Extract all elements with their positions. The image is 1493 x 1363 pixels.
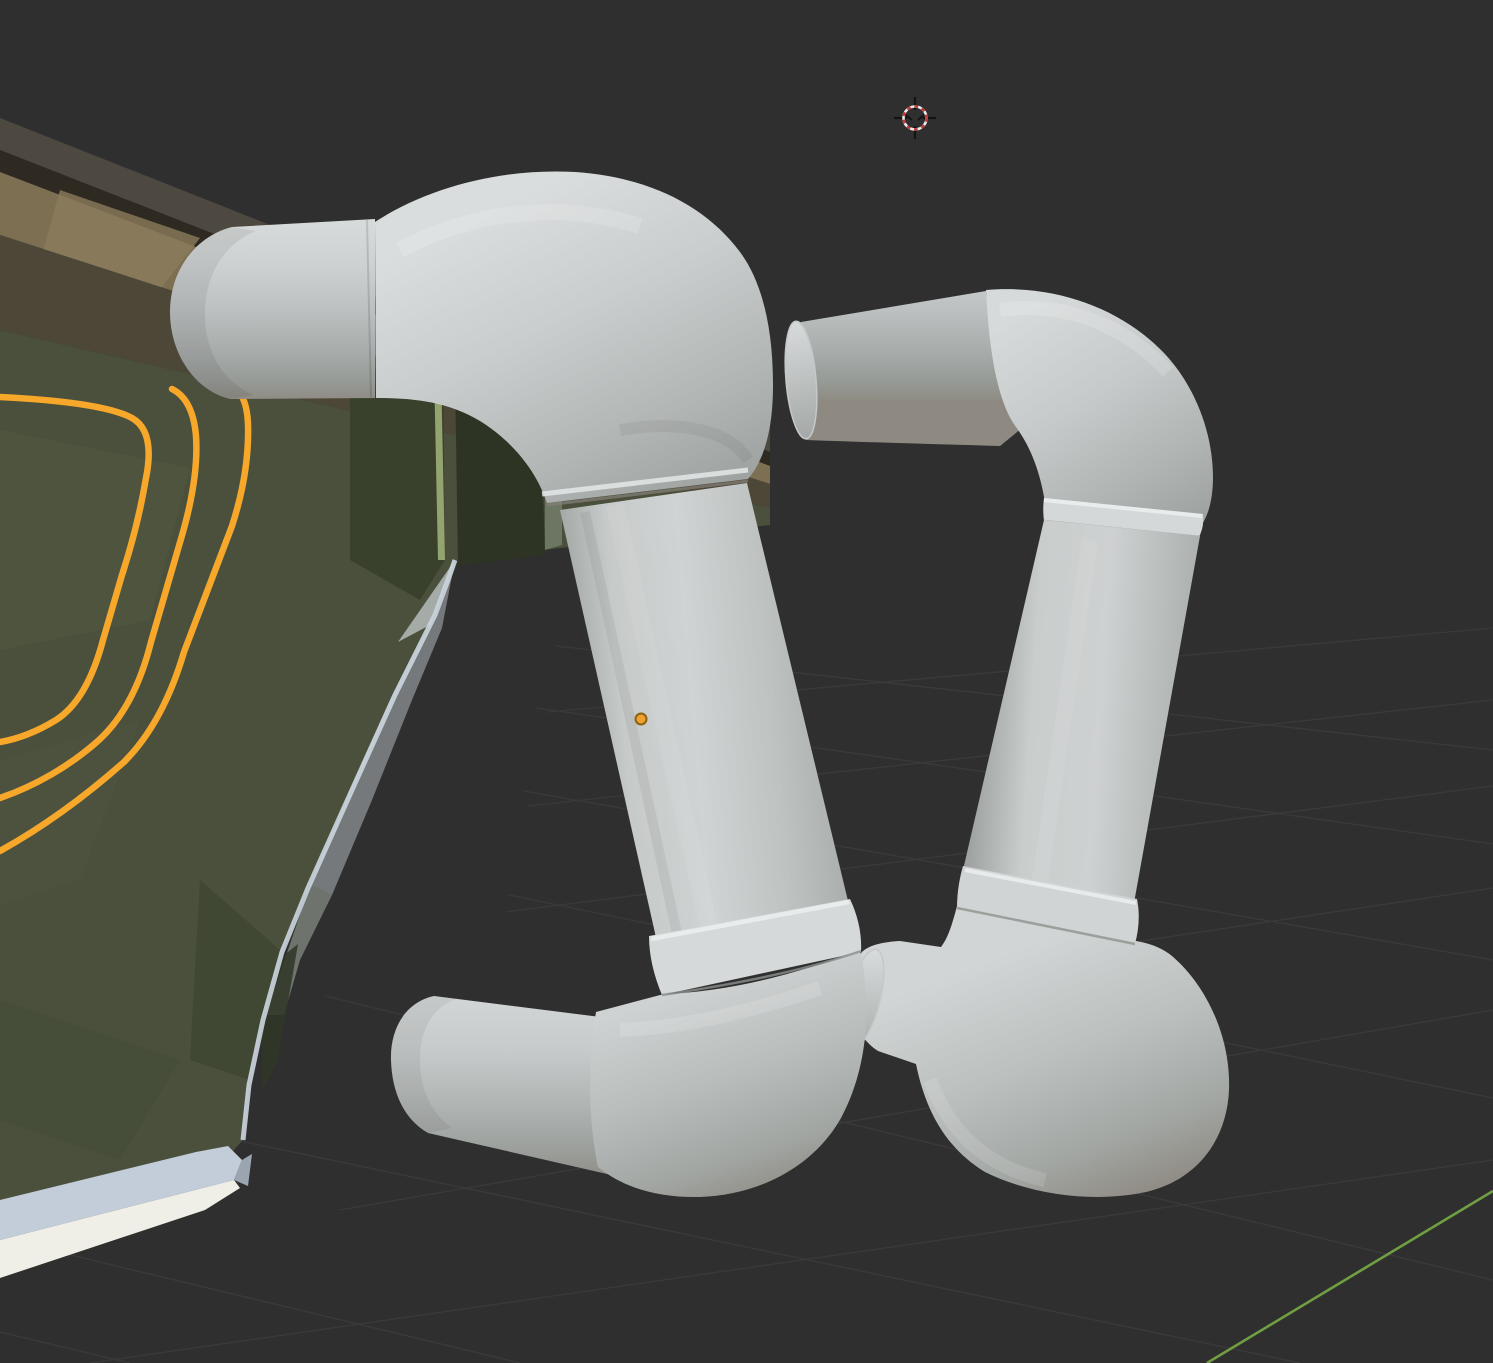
blender-3d-viewport[interactable] [0, 0, 1493, 1363]
object-origin-dot [636, 714, 647, 725]
wall-strip [350, 368, 445, 600]
